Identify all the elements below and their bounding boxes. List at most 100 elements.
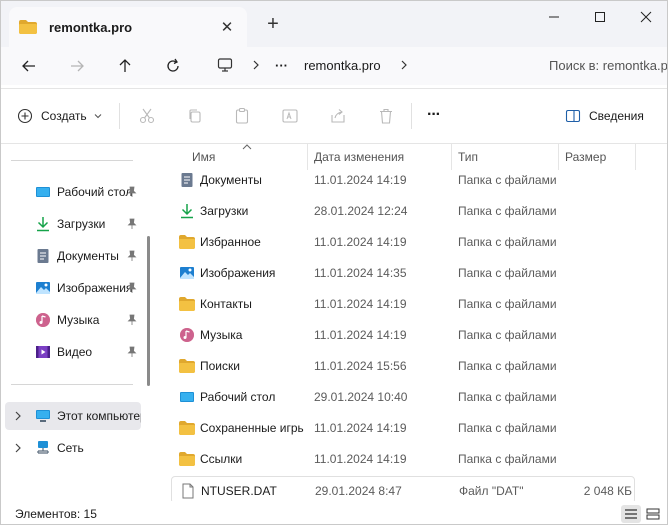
file-name: Контакты: [200, 297, 252, 311]
column-header-label: Размер: [565, 150, 607, 164]
file-date: 11.01.2024 14:19: [314, 421, 407, 435]
pin-icon[interactable]: [127, 250, 137, 262]
file-type: Файл "DAT": [459, 484, 524, 498]
chevron-right-icon[interactable]: [251, 59, 261, 71]
toolbar-separator: [119, 103, 120, 129]
sidebar-item-desktop[interactable]: Рабочий стол: [1, 178, 143, 206]
details-button[interactable]: Сведения: [565, 103, 644, 129]
arrow-up-icon: [119, 59, 131, 72]
tab-remontka[interactable]: remontka.pro ✕: [9, 7, 247, 47]
sidebar-item-label: Загрузки: [57, 217, 106, 231]
file-row[interactable]: Загрузки 28.01.2024 12:24 Папка с файлами: [171, 197, 635, 225]
file-name: Документы: [200, 173, 262, 187]
music-icon: [180, 328, 194, 342]
folder-icon: [179, 235, 195, 249]
arrow-left-icon: [22, 60, 35, 72]
more-options-button[interactable]: ···: [427, 106, 441, 124]
details-label: Сведения: [589, 109, 644, 123]
sidebar-item-label: Сеть: [57, 441, 84, 455]
forward-button[interactable]: [65, 55, 89, 77]
close-button[interactable]: [623, 1, 667, 33]
file-row[interactable]: Избранное 11.01.2024 14:19 Папка с файлами: [171, 228, 635, 256]
breadcrumb-current[interactable]: remontka.pro: [304, 58, 381, 73]
file-row[interactable]: Контакты 11.01.2024 14:19 Папка с файлами: [171, 290, 635, 318]
file-row[interactable]: Ссылки 11.01.2024 14:19 Папка с файлами: [171, 445, 635, 473]
sidebar-item-this-pc[interactable]: Этот компьютер: [5, 402, 141, 430]
file-date: 11.01.2024 14:19: [314, 328, 407, 342]
file-type: Папка с файлами: [458, 173, 557, 187]
file-row[interactable]: NTUSER.DAT 29.01.2024 8:47 Файл "DAT" 2 048…: [171, 476, 635, 504]
monitor-icon[interactable]: [217, 57, 233, 73]
pin-icon[interactable]: [127, 186, 137, 198]
file-row[interactable]: Поиски 11.01.2024 15:56 Папка с файлами: [171, 352, 635, 380]
tiles-view-icon: [646, 508, 660, 520]
up-button[interactable]: [113, 55, 137, 77]
file-size: 2 048 КБ: [583, 484, 632, 498]
maximize-button[interactable]: [577, 1, 623, 33]
maximize-icon: [595, 12, 605, 22]
status-bar: Элементов: 15: [1, 501, 667, 524]
back-button[interactable]: [17, 55, 41, 77]
create-button[interactable]: Создать: [17, 103, 103, 129]
sidebar-scrollbar[interactable]: [147, 236, 150, 386]
folder-icon: [179, 297, 195, 311]
video-icon: [36, 346, 50, 358]
file-row[interactable]: Музыка 11.01.2024 14:19 Папка с файлами: [171, 321, 635, 349]
folder-icon: [179, 359, 195, 373]
tiles-view-button[interactable]: [643, 505, 663, 523]
column-separator[interactable]: [635, 144, 636, 170]
paste-icon[interactable]: [233, 107, 251, 125]
copy-icon[interactable]: [186, 107, 204, 125]
file-date: 29.01.2024 8:47: [315, 484, 402, 498]
rename-icon[interactable]: [281, 107, 299, 125]
folder-icon: [19, 20, 37, 34]
sidebar-item-downloads[interactable]: Загрузки: [1, 210, 143, 238]
file-date: 11.01.2024 14:19: [314, 452, 407, 466]
pin-icon[interactable]: [127, 218, 137, 230]
share-icon[interactable]: [329, 107, 347, 125]
search-input[interactable]: Поиск в: remontka.pro: [539, 50, 667, 80]
breadcrumb[interactable]: ··· remontka.pro: [207, 50, 531, 80]
sidebar-item-video[interactable]: Видео: [1, 338, 143, 366]
sidebar-separator: [11, 384, 133, 385]
tab-close-icon[interactable]: ✕: [217, 18, 237, 36]
refresh-button[interactable]: [161, 55, 185, 77]
sidebar-separator: [11, 160, 133, 161]
chevron-right-icon[interactable]: [399, 59, 409, 71]
file-row[interactable]: Документы 11.01.2024 14:19 Папка с файлами: [171, 166, 635, 194]
file-date: 28.01.2024 12:24: [314, 204, 408, 218]
file-row[interactable]: Рабочий стол 29.01.2024 10:40 Папка с файл…: [171, 383, 635, 411]
navigation-pane: Рабочий стол Загрузки Документы Изображе…: [1, 144, 151, 501]
details-view-button[interactable]: [621, 505, 641, 523]
this-pc-icon: [36, 410, 50, 422]
breadcrumb-ellipsis[interactable]: ···: [275, 58, 288, 73]
cut-icon[interactable]: [138, 107, 156, 125]
toolbar-separator: [411, 103, 412, 129]
file-name: NTUSER.DAT: [201, 484, 277, 498]
sidebar-item-label: Документы: [57, 249, 119, 263]
sidebar-item-network[interactable]: Сеть: [1, 434, 143, 462]
command-bar: Создать ··· Сведения: [1, 89, 667, 143]
pin-icon[interactable]: [127, 282, 137, 294]
file-row[interactable]: Изображения 11.01.2024 14:35 Папка с файла…: [171, 259, 635, 287]
sidebar-item-documents[interactable]: Документы: [1, 242, 143, 270]
sidebar-item-label: Изображения: [57, 281, 133, 295]
pictures-icon: [180, 267, 194, 279]
sidebar-item-pictures[interactable]: Изображения: [1, 274, 143, 302]
minimize-button[interactable]: [531, 1, 577, 33]
new-tab-button[interactable]: +: [263, 13, 283, 35]
file-name: Поиски: [200, 359, 240, 373]
pictures-icon: [36, 282, 50, 294]
sidebar-item-music[interactable]: Музыка: [1, 306, 143, 334]
pin-icon[interactable]: [127, 314, 137, 326]
chevron-down-icon: [94, 114, 101, 119]
pin-icon[interactable]: [127, 346, 137, 358]
chevron-right-icon[interactable]: [13, 442, 23, 454]
file-name: Загрузки: [200, 204, 249, 218]
download-icon: [181, 204, 193, 219]
file-type: Папка с файлами: [458, 421, 557, 435]
chevron-right-icon[interactable]: [13, 410, 23, 422]
file-row[interactable]: Сохраненные игры 11.01.2024 14:19 Папка с …: [171, 414, 635, 442]
file-type: Папка с файлами: [458, 204, 557, 218]
delete-icon[interactable]: [377, 107, 395, 125]
